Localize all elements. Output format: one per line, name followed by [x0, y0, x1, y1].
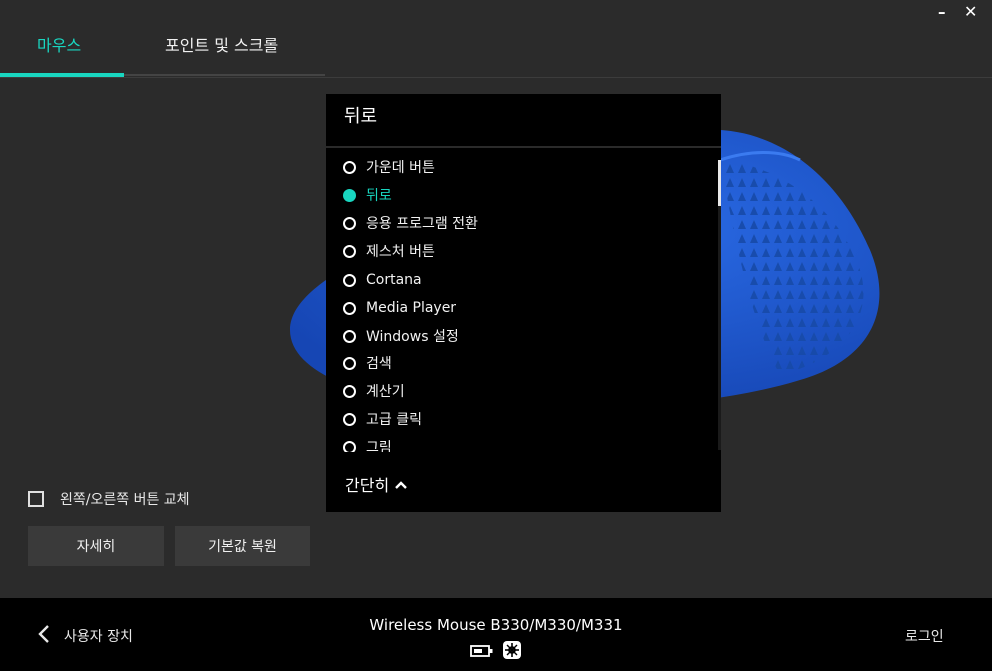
collapse-button[interactable]: 간단히	[345, 472, 408, 496]
list-item-label: 제스처 버튼	[366, 244, 435, 260]
radio-button	[343, 412, 356, 426]
device-name: Wireless Mouse B330/M330/M331	[369, 616, 623, 634]
radio-button-selected	[343, 188, 356, 202]
battery-icon	[470, 643, 494, 662]
unifying-receiver-icon	[502, 640, 522, 664]
radio-button	[343, 244, 356, 258]
radio-button	[343, 216, 356, 230]
list-item[interactable]: Windows 설정	[343, 325, 459, 347]
radio-button	[343, 356, 356, 370]
login-link[interactable]: 로그인	[905, 626, 944, 646]
dropdown-divider	[326, 146, 721, 148]
tab-divider	[0, 77, 992, 78]
list-item-label: 계산기	[366, 384, 405, 400]
list-item-label: 응용 프로그램 전환	[366, 216, 478, 232]
restore-defaults-button[interactable]: 기본값 복원	[175, 526, 310, 566]
minimize-icon[interactable]: –	[938, 2, 946, 22]
app-window: – ✕ 마우스 포인트 및 스크롤 뒤로 가운데 버튼 뒤로 응용 프로그램 전…	[0, 0, 992, 671]
radio-button	[343, 160, 356, 174]
list-item[interactable]: Media Player	[343, 297, 456, 319]
tab-mouse[interactable]: 마우스	[37, 36, 81, 56]
list-scrollbar[interactable]	[718, 160, 721, 450]
list-item-label: Windows 설정	[366, 329, 459, 345]
list-item-label: 고급 클릭	[366, 412, 422, 428]
list-item[interactable]: 고급 클릭	[343, 408, 422, 430]
swap-label: 왼쪽/오른쪽 버튼 교체	[60, 492, 190, 508]
list-item-label: Cortana	[366, 272, 422, 288]
swap-checkbox[interactable]	[28, 491, 44, 507]
footer-bar: 사용자 장치 Wireless Mouse B330/M330/M331 로그인	[0, 598, 992, 671]
list-item[interactable]: 검색	[343, 352, 392, 374]
list-item[interactable]: 그림	[343, 436, 392, 452]
action-dropdown: 뒤로 가운데 버튼 뒤로 응용 프로그램 전환 제스처 버튼 Cortana M…	[326, 94, 721, 512]
list-item[interactable]: Cortana	[343, 269, 422, 291]
list-item[interactable]: 계산기	[343, 380, 405, 402]
list-item[interactable]: 응용 프로그램 전환	[343, 212, 478, 234]
tab-point-scroll[interactable]: 포인트 및 스크롤	[165, 36, 278, 56]
list-item[interactable]: 제스처 버튼	[343, 240, 435, 262]
list-item[interactable]: 가운데 버튼	[343, 156, 435, 178]
list-item[interactable]: 뒤로	[343, 184, 392, 206]
scrollbar-thumb[interactable]	[718, 160, 721, 206]
radio-button	[343, 384, 356, 398]
list-item-label: Media Player	[366, 300, 457, 316]
chevron-up-icon	[395, 475, 408, 494]
collapse-label: 간단히	[345, 476, 390, 495]
list-item-label: 그림	[366, 440, 392, 452]
radio-button	[343, 301, 356, 315]
list-item-label: 검색	[366, 356, 392, 372]
action-list: 가운데 버튼 뒤로 응용 프로그램 전환 제스처 버튼 Cortana Medi…	[326, 156, 721, 452]
radio-button	[343, 273, 356, 287]
list-item-label: 뒤로	[366, 188, 392, 204]
radio-button	[343, 440, 356, 452]
close-icon[interactable]: ✕	[964, 2, 977, 22]
list-item-label: 가운데 버튼	[366, 160, 435, 176]
radio-button	[343, 329, 356, 343]
details-button[interactable]: 자세히	[28, 526, 164, 566]
device-status	[470, 640, 522, 664]
tab-underline-inactive	[124, 74, 325, 76]
swap-buttons-toggle[interactable]: 왼쪽/오른쪽 버튼 교체	[28, 489, 190, 509]
tab-underline-active	[0, 73, 124, 77]
dropdown-header[interactable]: 뒤로	[344, 104, 377, 130]
